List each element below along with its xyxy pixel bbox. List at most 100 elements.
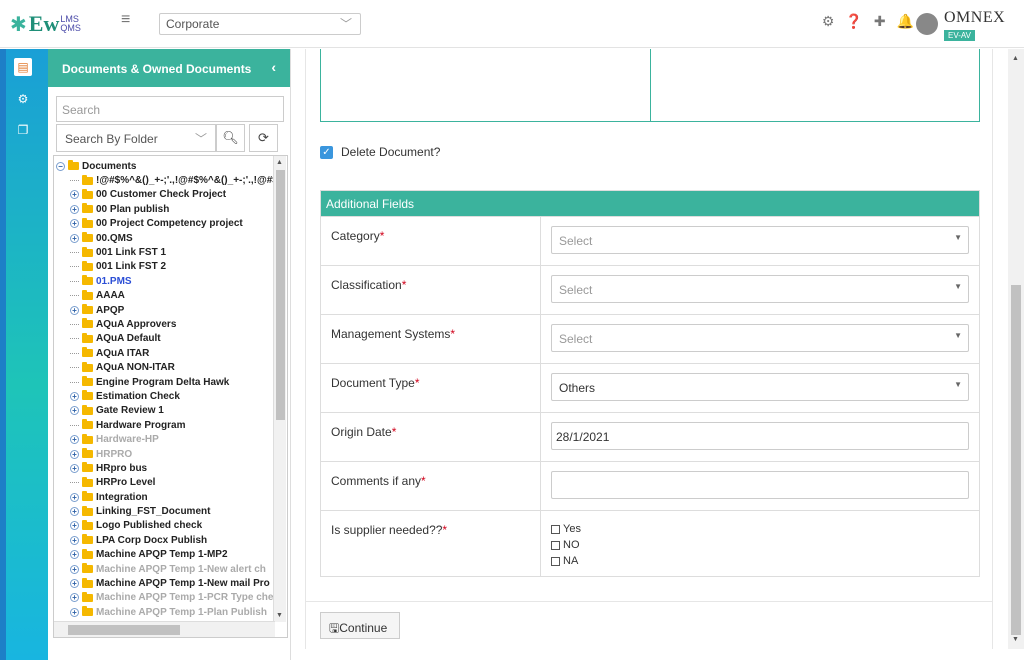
- tree-node[interactable]: HRPro Level: [56, 476, 271, 490]
- corporate-select[interactable]: Corporate ﹀: [159, 13, 361, 35]
- expand-node-icon[interactable]: +: [70, 204, 79, 214]
- tree-node[interactable]: AQuA NON-ITAR: [56, 360, 271, 374]
- field-row: Category* Select ▼: [321, 216, 979, 265]
- expand-node-icon[interactable]: +: [70, 507, 79, 517]
- tree-node[interactable]: + Machine APQP Temp 1-PCR Type che: [56, 591, 273, 605]
- expand-node-icon[interactable]: +: [70, 233, 79, 243]
- menu-icon[interactable]: ≡: [121, 11, 130, 29]
- scroll-thumb[interactable]: [276, 170, 285, 420]
- field-select[interactable]: Select ▼: [551, 226, 969, 254]
- gear-icon[interactable]: ⚙: [822, 13, 835, 30]
- tree-node[interactable]: AQuA Default: [56, 332, 271, 346]
- app-logo[interactable]: ✱ Ew LMS QMS: [10, 9, 81, 39]
- tree-node[interactable]: + HRPRO: [56, 447, 271, 461]
- tree-node[interactable]: + LPA Corp Docx Publish: [56, 533, 271, 547]
- tree-node[interactable]: + Machine APQP Temp 1-MP2: [56, 548, 271, 562]
- expand-node-icon[interactable]: +: [70, 391, 79, 401]
- collapse-icon[interactable]: ‹: [271, 59, 276, 75]
- tree-node[interactable]: 001 Link FST 2: [56, 260, 271, 274]
- expand-node-icon[interactable]: +: [70, 521, 79, 531]
- delete-document-checkbox-row[interactable]: ✓ Delete Document?: [320, 145, 440, 159]
- tree-node[interactable]: 01.PMS: [56, 274, 271, 288]
- field-select[interactable]: Select ▼: [551, 275, 969, 303]
- tree-node[interactable]: Hardware Program: [56, 418, 271, 432]
- help-icon[interactable]: ❓: [845, 13, 862, 30]
- scroll-down-icon[interactable]: ▼: [276, 612, 283, 619]
- continue-button[interactable]: 🖫Continue: [320, 612, 400, 639]
- tree-horizontal-scrollbar[interactable]: [54, 621, 275, 637]
- tree-node[interactable]: + Integration: [56, 490, 271, 504]
- search-input[interactable]: Search: [56, 96, 284, 122]
- checkbox-icon[interactable]: [551, 556, 560, 566]
- collapse-node-icon[interactable]: −: [56, 161, 65, 171]
- checkbox-icon[interactable]: [551, 540, 560, 550]
- expand-node-icon[interactable]: +: [70, 435, 79, 445]
- supplier-option-na[interactable]: NA: [551, 553, 969, 569]
- tree-node[interactable]: + Hardware-HP: [56, 432, 271, 446]
- supplier-option-no[interactable]: NO: [551, 537, 969, 553]
- checkbox-icon[interactable]: [551, 524, 560, 534]
- tree-node[interactable]: + Gate Review 1: [56, 404, 271, 418]
- field-select[interactable]: Others ▼: [551, 373, 969, 401]
- page-scrollbar[interactable]: ▲ ▼: [1008, 49, 1024, 649]
- tree-vertical-scrollbar[interactable]: ▲ ▼: [273, 156, 286, 622]
- expand-node-icon[interactable]: +: [70, 305, 79, 315]
- expand-node-icon[interactable]: +: [70, 564, 79, 574]
- copy-icon[interactable]: ❐: [14, 121, 32, 139]
- tree-node[interactable]: +00 Customer Check Project: [56, 188, 271, 202]
- tree-node[interactable]: AAAA: [56, 289, 271, 303]
- expand-node-icon[interactable]: +: [70, 463, 79, 473]
- tree-node[interactable]: + Logo Published check: [56, 519, 271, 533]
- tree-node[interactable]: + Machine APQP Temp 1-Plan Publish: [56, 605, 271, 619]
- expand-node-icon[interactable]: +: [70, 593, 79, 603]
- tree-node[interactable]: +00 Plan publish: [56, 202, 271, 216]
- document-icon[interactable]: ▤: [14, 58, 32, 76]
- expand-node-icon[interactable]: +: [70, 219, 79, 229]
- scroll-thumb[interactable]: [68, 625, 180, 635]
- tree-node[interactable]: + Machine APQP Temp 1-New mail Pro: [56, 576, 271, 590]
- expand-node-icon[interactable]: +: [70, 579, 79, 589]
- scroll-down-icon[interactable]: ▼: [1012, 636, 1019, 643]
- tree-node-label: HRpro bus: [96, 462, 148, 474]
- tree-node[interactable]: +00 Project Competency project: [56, 217, 271, 231]
- supplier-option-yes[interactable]: Yes: [551, 521, 969, 537]
- expand-node-icon[interactable]: +: [70, 190, 79, 200]
- scroll-up-icon[interactable]: ▲: [1012, 55, 1019, 62]
- settings-icon[interactable]: ⚙: [14, 90, 32, 108]
- scroll-thumb[interactable]: [1011, 285, 1021, 635]
- tree-node[interactable]: !@#$%^&()_+-;'.,!@#$%^&()_+-;'.,!@#$: [56, 173, 278, 187]
- expand-node-icon[interactable]: +: [70, 406, 79, 416]
- tree-node[interactable]: + Machine APQP Temp 1-New alert ch: [56, 562, 271, 576]
- avatar[interactable]: [916, 13, 938, 35]
- tree-node[interactable]: + APQP: [56, 303, 271, 317]
- footer-divider: [306, 601, 992, 602]
- tree-node[interactable]: + HRpro bus: [56, 461, 271, 475]
- tree-node[interactable]: Engine Program Delta Hawk: [56, 375, 271, 389]
- tree-node[interactable]: AQuA Approvers: [56, 317, 271, 331]
- tree-node[interactable]: AQuA ITAR: [56, 346, 271, 360]
- field-input[interactable]: 28/1/2021: [551, 422, 969, 450]
- field-input[interactable]: [551, 471, 969, 499]
- expand-node-icon[interactable]: +: [70, 550, 79, 560]
- tree-node[interactable]: + Linking_FST_Document: [56, 504, 271, 518]
- tree-node[interactable]: +00.QMS: [56, 231, 271, 245]
- field-select[interactable]: Select ▼: [551, 324, 969, 352]
- tree-root[interactable]: − Documents: [56, 159, 271, 173]
- refresh-button[interactable]: ⟳: [249, 124, 278, 152]
- expand-node-icon[interactable]: +: [70, 449, 79, 459]
- checkmark-icon[interactable]: ✓: [320, 145, 333, 159]
- tree-node[interactable]: + Estimation Check: [56, 389, 271, 403]
- tree-connector: [70, 381, 79, 383]
- search-button[interactable]: 🔍︎: [216, 124, 245, 152]
- plus-icon[interactable]: ✚: [874, 13, 886, 30]
- expand-node-icon[interactable]: +: [70, 535, 79, 545]
- search-by-folder-select[interactable]: Search By Folder ﹀: [56, 124, 216, 152]
- scroll-up-icon[interactable]: ▲: [276, 159, 283, 166]
- tree-node-label: 01.PMS: [96, 275, 132, 287]
- tree-node-label: LPA Corp Docx Publish: [96, 534, 208, 546]
- tree-node[interactable]: 001 Link FST 1: [56, 245, 271, 259]
- tree-node-label: AQuA Approvers: [96, 318, 177, 330]
- expand-node-icon[interactable]: +: [70, 607, 79, 617]
- bell-icon[interactable]: 🔔: [897, 13, 914, 30]
- expand-node-icon[interactable]: +: [70, 492, 79, 502]
